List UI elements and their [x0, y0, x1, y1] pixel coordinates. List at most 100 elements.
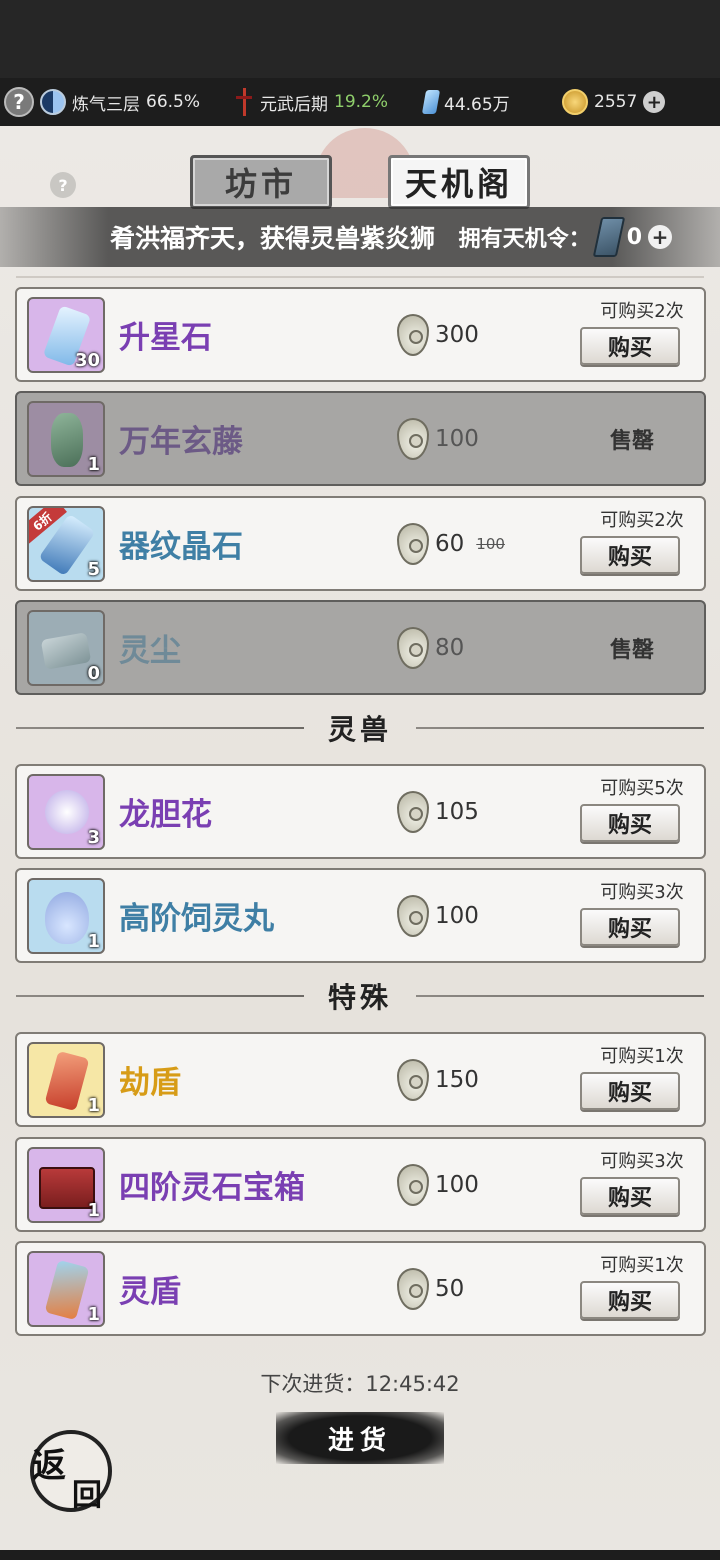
item-quantity: 1: [87, 1200, 100, 1221]
restock-button[interactable]: 进货: [276, 1412, 444, 1464]
dust-icon: [40, 632, 92, 670]
shop-help-icon[interactable]: ?: [50, 172, 76, 198]
buy-button[interactable]: 购买: [580, 1177, 680, 1215]
sold-out-label: 售罄: [609, 637, 654, 663]
purchase-limit: 可购买1次: [600, 1255, 684, 1276]
price-value: 50: [435, 1275, 465, 1302]
item-thumbnail[interactable]: 1: [27, 1251, 105, 1327]
buy-button[interactable]: 购买: [580, 804, 680, 842]
item-name: 四阶灵石宝箱: [119, 1170, 305, 1206]
shop-item-shengxingshi: 30 升星石 300 可购买2次 购买: [15, 287, 706, 382]
jade-currency-icon: [397, 1163, 429, 1206]
shop-item-lingchen: 0 灵尘 80 售罄: [15, 600, 706, 695]
tab-tianji[interactable]: 天机阁: [388, 155, 530, 209]
item-thumbnail[interactable]: 3: [27, 774, 105, 850]
spirit-stone-balance: 44.65万: [421, 78, 510, 126]
coin-balance: 2557 +: [562, 78, 666, 126]
jade-currency-icon: [397, 1267, 429, 1310]
buy-button[interactable]: 购买: [580, 1072, 680, 1110]
token-label: 拥有天机令：: [458, 227, 591, 252]
item-price: 105: [397, 766, 479, 857]
item-name: 万年玄藤: [119, 424, 243, 460]
buy-button[interactable]: 购买: [580, 1281, 680, 1319]
section-title: 灵兽: [328, 713, 393, 746]
tianji-token-count: 拥有天机令： 0 +: [459, 207, 672, 267]
shop-item-jiedun: 1 劫盾 150 可购买1次 购买: [15, 1032, 706, 1127]
announcement-banner: 肴洪福齐天，获得灵兽紫炎狮 拥有天机令： 0 +: [0, 207, 720, 267]
section-title: 特殊: [328, 981, 393, 1014]
item-thumbnail[interactable]: 0: [27, 610, 105, 686]
item-quantity: 3: [87, 827, 100, 848]
item-thumbnail[interactable]: 30: [27, 297, 105, 373]
item-quantity: 5: [87, 559, 100, 580]
jade-currency-icon: [397, 626, 429, 669]
item-price: 60 100: [397, 498, 505, 589]
item-quantity: 0: [87, 663, 100, 684]
item-thumbnail[interactable]: 1: [27, 1147, 105, 1223]
martial-status: 元武后期 19.2%: [234, 78, 388, 126]
tab-market[interactable]: 坊市: [190, 155, 332, 209]
back-char-1: 返: [32, 1446, 66, 1486]
shop-item-gaojiesilingwan: 1 高阶饲灵丸 100 可购买3次 购买: [15, 868, 706, 963]
item-thumbnail[interactable]: 6折 5: [27, 506, 105, 582]
jade-currency-icon: [397, 313, 429, 356]
talisman-icon: [44, 1259, 90, 1321]
shop-item-wannianxuanteng: 1 万年玄藤 100 售罄: [15, 391, 706, 486]
cultivation-value: 66.5%: [146, 92, 201, 112]
price-value: 100: [435, 1171, 479, 1198]
coin-value: 2557: [594, 92, 638, 112]
talisman-icon: [44, 1050, 90, 1112]
item-price: 150: [397, 1034, 479, 1125]
item-name: 器纹晶石: [119, 529, 243, 565]
shop-item-longdanhua: 3 龙胆花 105 可购买5次 购买: [15, 764, 706, 859]
add-coin-icon[interactable]: +: [643, 91, 666, 113]
add-token-icon[interactable]: +: [648, 225, 672, 249]
item-name: 灵尘: [119, 633, 181, 669]
item-price: 100: [397, 870, 479, 961]
top-decor-band: [0, 0, 720, 78]
item-name: 升星石: [119, 320, 212, 356]
buy-button[interactable]: 购买: [580, 327, 680, 365]
buy-button[interactable]: 购买: [580, 536, 680, 574]
price-value: 80: [435, 634, 465, 661]
spirit-stone-value: 44.65万: [444, 94, 510, 115]
restock-countdown: 下次进货：12:45:42: [0, 1368, 720, 1398]
section-header-beast: 灵兽: [16, 708, 704, 748]
token-count: 0: [626, 224, 642, 250]
restock-time: 12:45:42: [365, 1372, 460, 1396]
item-quantity: 1: [87, 931, 100, 952]
cultivation-status: 炼气三层 66.5%: [40, 78, 200, 126]
price-value: 105: [435, 798, 479, 825]
item-name: 劫盾: [119, 1065, 181, 1101]
back-char-2: 回: [72, 1478, 102, 1513]
item-price: 100: [397, 1139, 479, 1230]
section-header-special: 特殊: [16, 976, 704, 1016]
back-button[interactable]: 返 回: [30, 1430, 112, 1513]
item-name: 高阶饲灵丸: [119, 901, 274, 937]
jade-currency-icon: [397, 790, 429, 833]
crystal-icon: [421, 90, 441, 114]
shop-item-qiwenjingshi: 6折 5 器纹晶石 60 100 可购买2次 购买: [15, 496, 706, 591]
jade-currency-icon: [397, 417, 429, 460]
taiji-icon: [40, 89, 66, 115]
price-value: 100: [435, 425, 479, 452]
coin-icon: [562, 89, 588, 115]
item-name: 龙胆花: [119, 797, 212, 833]
price-value: 300: [435, 321, 479, 348]
status-bar: ? 炼气三层 66.5% 元武后期 19.2% 44.65万 2557 +: [0, 78, 720, 126]
help-button[interactable]: ?: [4, 78, 34, 126]
price-value: 150: [435, 1066, 479, 1093]
purchase-limit: 可购买5次: [600, 778, 684, 799]
announcement-text: 肴洪福齐天，获得灵兽紫炎狮: [110, 224, 436, 253]
question-icon[interactable]: ?: [4, 87, 34, 117]
buy-button[interactable]: 购买: [580, 908, 680, 946]
purchase-limit: 可购买3次: [600, 882, 684, 903]
item-thumbnail[interactable]: 1: [27, 1042, 105, 1118]
item-name: 灵盾: [119, 1274, 181, 1310]
item-thumbnail[interactable]: 1: [27, 878, 105, 954]
item-thumbnail[interactable]: 1: [27, 401, 105, 477]
jade-currency-icon: [397, 1058, 429, 1101]
item-price: 80: [397, 602, 464, 693]
divider: [16, 276, 704, 278]
purchase-limit: 可购买3次: [600, 1151, 684, 1172]
